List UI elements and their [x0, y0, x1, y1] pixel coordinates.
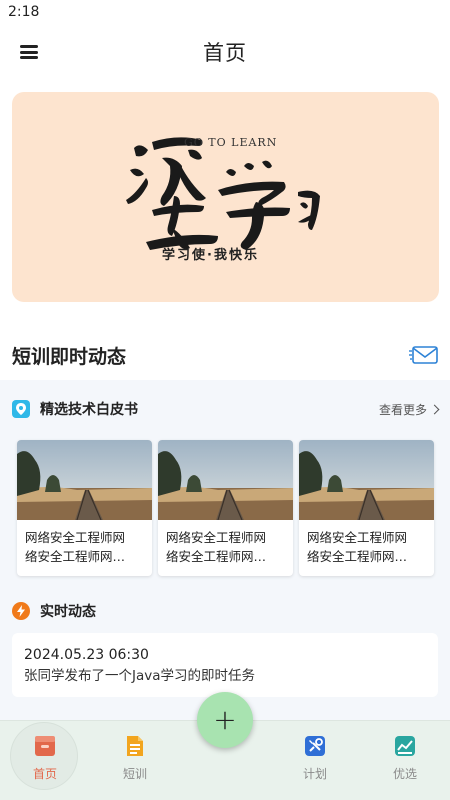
- location-badge-icon: [12, 400, 30, 418]
- card-title-line: 网络安全工程师网: [307, 530, 408, 545]
- feed-item[interactable]: 2024.05.23 06:30 张同学发布了一个Java学习的即时任务: [12, 633, 438, 697]
- see-more-link[interactable]: 查看更多: [378, 401, 440, 418]
- tab-home[interactable]: 首页: [10, 721, 80, 800]
- tab-label: 短训: [122, 767, 147, 781]
- card-title-line: 络安全工程师网…: [25, 549, 126, 564]
- whitepaper-header: 精选技术白皮书 查看更多: [12, 396, 440, 422]
- feed-message: 张同学发布了一个Java学习的即时任务: [24, 668, 256, 684]
- tab-featured[interactable]: 优选: [370, 721, 440, 800]
- see-more-label: 查看更多: [378, 402, 427, 417]
- mail-icon[interactable]: [409, 342, 439, 368]
- railway-track-image: [17, 440, 152, 520]
- railway-track-image: [299, 440, 434, 520]
- section-title: 短训即时动态: [12, 345, 127, 368]
- banner-english-text: GO TO LEARN: [184, 136, 278, 149]
- home-box-icon: [35, 736, 55, 756]
- section-header: 短训即时动态: [12, 338, 439, 372]
- card-title-line: 络安全工程师网…: [307, 549, 408, 564]
- banner-calligraphy-art: [126, 137, 320, 250]
- feed-timestamp: 2024.05.23 06:30: [24, 647, 149, 663]
- banner-slogan: 学习使·我快乐: [162, 248, 259, 263]
- plus-icon: +: [213, 703, 237, 736]
- realtime-header: 实时动态: [12, 598, 438, 624]
- railway-track-image: [158, 440, 293, 520]
- whitepaper-card-list: 网络安全工程师网 络安全工程师网… 网络安全工程师网 络安全工程师网… 网络安全…: [17, 440, 435, 578]
- card-title-line: 络安全工程师网…: [166, 549, 267, 564]
- status-time: 2:18: [8, 4, 40, 20]
- app-bar: 首页: [0, 24, 450, 80]
- tools-icon: [305, 736, 325, 756]
- whitepaper-card[interactable]: 网络安全工程师网 络安全工程师网…: [17, 440, 152, 576]
- whitepaper-card[interactable]: 网络安全工程师网 络安全工程师网…: [158, 440, 293, 576]
- hamburger-menu-icon[interactable]: [18, 42, 40, 62]
- whitepaper-card[interactable]: 网络安全工程师网 络安全工程师网…: [299, 440, 434, 576]
- chart-icon: [395, 736, 415, 756]
- add-button[interactable]: +: [197, 692, 253, 748]
- tab-training[interactable]: 短训: [100, 721, 170, 800]
- promo-banner[interactable]: GO TO LEARN 学习使·我快乐: [12, 92, 439, 302]
- page-title: 首页: [203, 41, 247, 65]
- realtime-title: 实时动态: [40, 604, 96, 620]
- tab-label: 优选: [392, 767, 417, 781]
- status-bar: 2:18: [0, 0, 450, 24]
- chevron-right-icon: [429, 404, 440, 414]
- tab-label: 计划: [302, 767, 327, 781]
- card-title-line: 网络安全工程师网: [25, 530, 126, 545]
- card-title-line: 网络安全工程师网: [166, 530, 267, 545]
- whitepaper-title: 精选技术白皮书: [40, 402, 138, 418]
- lightning-icon: [12, 602, 30, 620]
- tab-plan[interactable]: 计划: [280, 721, 350, 800]
- tab-label: 首页: [32, 767, 57, 781]
- document-icon: [127, 736, 143, 756]
